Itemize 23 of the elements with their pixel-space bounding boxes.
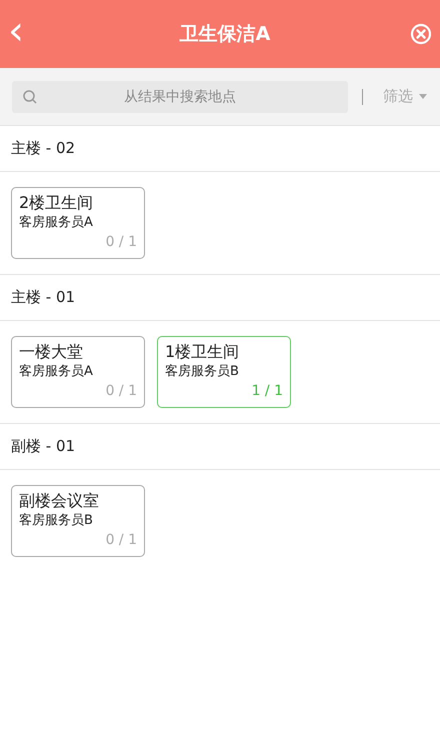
task-count: 1 / 1 [252,382,283,401]
staff-name: 客房服务员B [19,512,94,530]
task-count: 0 / 1 [106,382,137,401]
close-icon[interactable] [410,23,432,45]
place-name: 副楼会议室 [19,491,100,512]
staff-name: 客房服务员A [19,362,94,381]
place-name: 2楼卫生间 [19,193,94,214]
group-title: 副楼 - 01 [11,436,76,458]
staff-name: 客房服务员A [19,214,94,232]
place-name: 1楼卫生间 [165,342,240,363]
group-title: 主楼 - 01 [11,287,76,308]
place-name: 一楼大堂 [19,342,84,363]
task-count: 0 / 1 [106,530,137,550]
task-count: 0 / 1 [106,232,137,252]
caret-icon [419,94,427,99]
place-card[interactable]: 2楼卫生间 客房服务员A 0 / 1 [11,187,145,259]
place-card[interactable]: 一楼大堂 客房服务员A 0 / 1 [11,336,145,408]
place-card[interactable]: 1楼卫生间 客房服务员B 1 / 1 [157,336,291,408]
place-card[interactable]: 副楼会议室 客房服务员B 0 / 1 [11,485,145,557]
group-title: 主楼 - 02 [11,138,76,160]
search-field[interactable]: 从结果中搜索地点 [12,80,348,112]
page-title: 卫生保洁A [180,22,270,47]
staff-name: 客房服务员B [165,362,240,381]
